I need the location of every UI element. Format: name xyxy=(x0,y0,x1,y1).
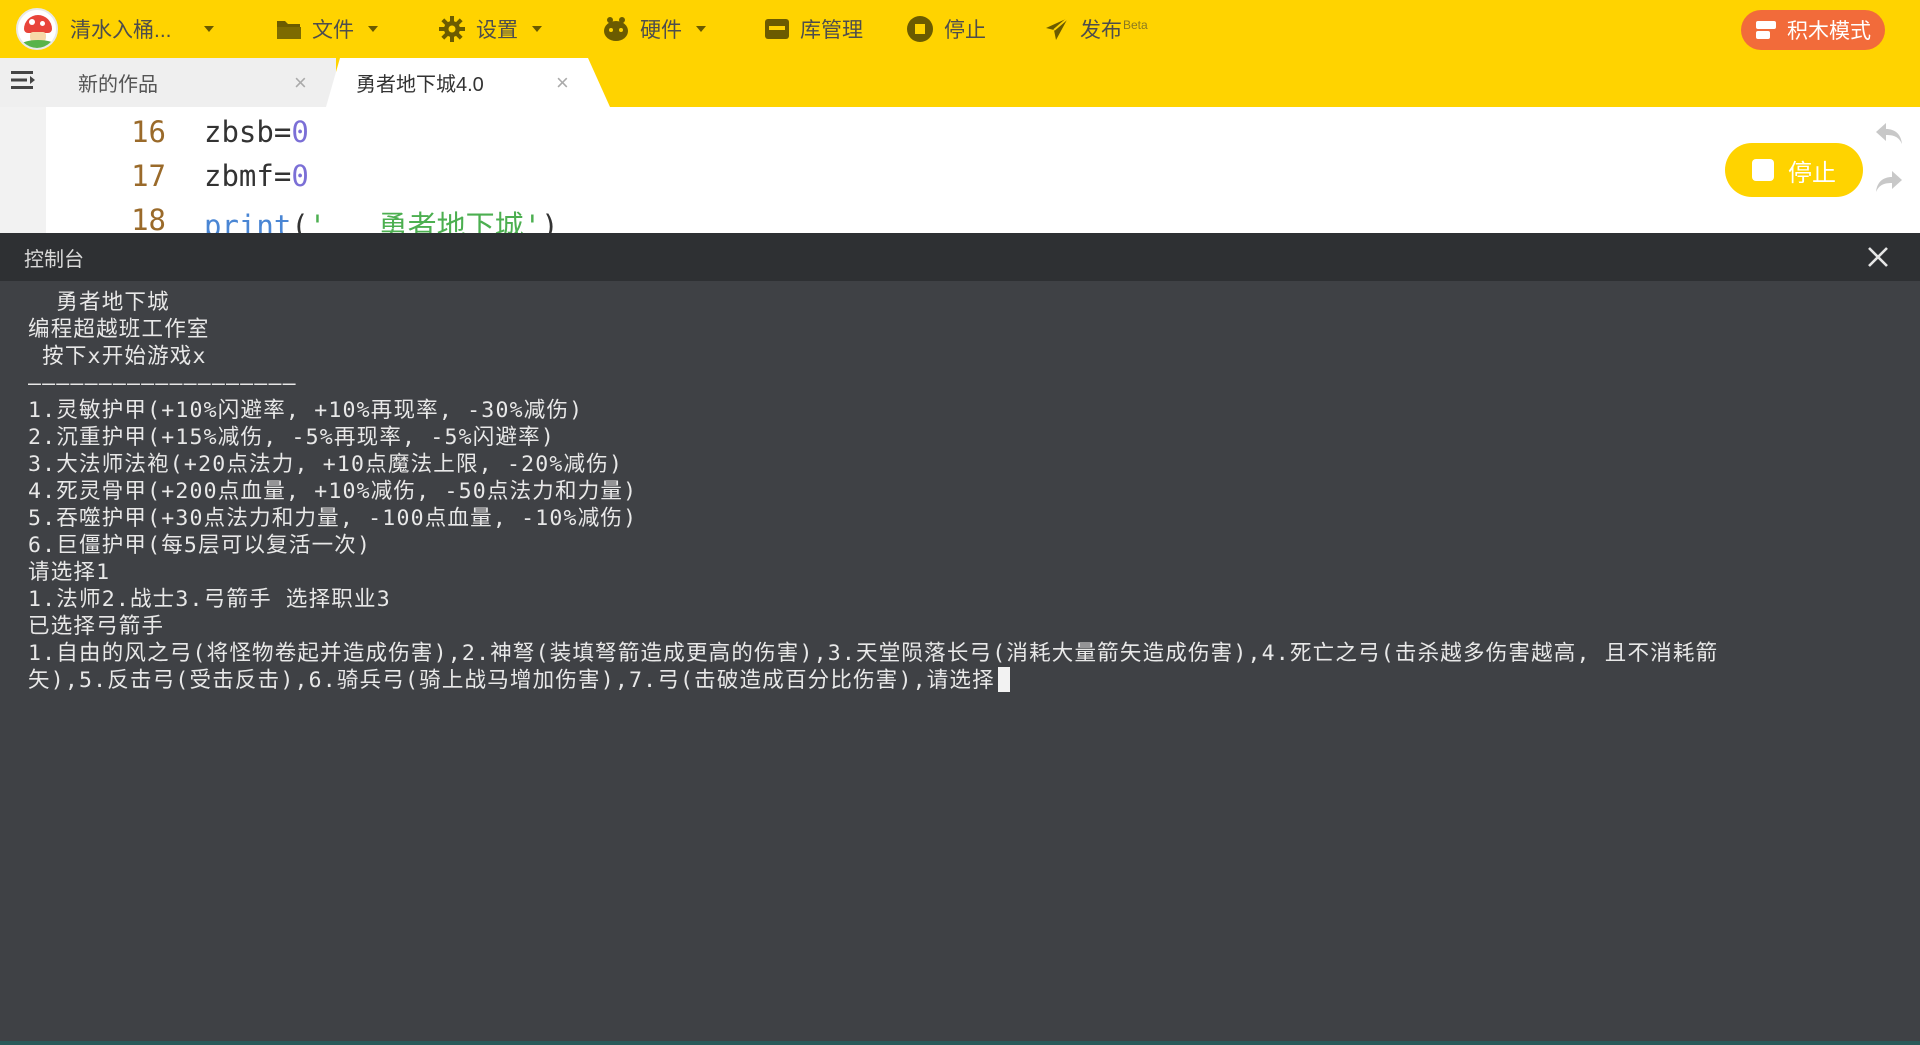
code-line: 18 print(' 勇者地下城') xyxy=(0,203,1000,233)
chevron-down-icon xyxy=(696,26,706,32)
top-menu-bar: 清水入桶... 文件 设置 硬件 库管理 停止 发布 Beta 积木模式 xyxy=(0,0,1920,58)
console-line: ——————————————————— xyxy=(28,371,297,396)
line-number: 18 xyxy=(131,203,166,233)
menu-hardware[interactable]: 硬件 xyxy=(602,0,706,58)
line-number: 16 xyxy=(131,115,166,149)
close-icon[interactable] xyxy=(1864,243,1892,271)
library-box-icon xyxy=(764,17,790,41)
console-header: 控制台 xyxy=(0,233,1920,281)
close-icon[interactable]: × xyxy=(556,70,569,96)
line-number: 17 xyxy=(131,159,166,193)
menu-stop[interactable]: 停止 xyxy=(906,0,986,58)
menu-publish[interactable]: 发布 Beta xyxy=(1044,0,1148,58)
blocks-icon xyxy=(1755,20,1777,40)
console-line: 2.沉重护甲(+15%减伤, -5%再现率, -5%闪避率) xyxy=(28,425,555,450)
menu-library[interactable]: 库管理 xyxy=(764,0,863,58)
hardware-robot-icon xyxy=(602,16,630,42)
chevron-down-icon xyxy=(368,26,378,32)
menu-settings[interactable]: 设置 xyxy=(438,0,542,58)
code-line: 17 zbmf=0 xyxy=(0,159,1000,203)
undo-icon[interactable] xyxy=(1874,121,1904,152)
code-editor[interactable]: 16 zbsb=0 17 zbmf=0 18 print(' 勇者地下城') 停… xyxy=(0,107,1920,233)
stop-circle-icon xyxy=(906,15,934,43)
console-line: 请选择1 xyxy=(28,560,111,585)
tab-new-work[interactable]: 新的作品 × xyxy=(46,58,336,107)
console-line: 已选择弓箭手 xyxy=(28,614,165,639)
status-strip xyxy=(0,1041,1920,1045)
folder-icon xyxy=(276,18,302,40)
console-input-line[interactable]: 矢),5.反击弓(受击反击),6.骑兵弓(骑上战马增加伤害),7.弓(击破造成百… xyxy=(28,667,1920,694)
console-line: 1.自由的风之弓(将怪物卷起并造成伤害),2.神弩(装填弩箭造成更高的伤害),3… xyxy=(28,641,1719,666)
chevron-down-icon xyxy=(532,26,542,32)
run-stop-button[interactable]: 停止 xyxy=(1725,143,1863,197)
text-cursor xyxy=(997,667,1010,692)
console-line: 按下x开始游戏x xyxy=(28,344,207,369)
username: 清水入桶... xyxy=(70,19,172,42)
chevron-down-icon xyxy=(203,26,214,32)
tab-bar: 新的作品 × 勇者地下城4.0 × xyxy=(0,58,1920,107)
gear-icon xyxy=(438,15,466,43)
console-line: 3.大法师法袍(+20点法力, +10点魔法上限, -20%减伤) xyxy=(28,452,624,477)
console-line: 勇者地下城 xyxy=(28,290,170,315)
console-output[interactable]: 勇者地下城 编程超越班工作室 按下x开始游戏x ————————————————… xyxy=(0,281,1920,1041)
console-line: 6.巨僵护甲(每5层可以复活一次) xyxy=(28,533,372,558)
code-line: 16 zbsb=0 xyxy=(0,115,1000,159)
console-line: 编程超越班工作室 xyxy=(28,317,210,342)
console-line: 4.死灵骨甲(+200点血量, +10%减伤, -50点法力和力量) xyxy=(28,479,638,504)
beta-badge: Beta xyxy=(1123,18,1148,32)
console-line: 1.法师2.战士3.弓箭手 选择职业3 xyxy=(28,587,391,612)
user-menu[interactable]: 清水入桶... xyxy=(16,8,214,50)
console-line: 1.灵敏护甲(+10%闪避率, +10%再现率, -30%减伤) xyxy=(28,398,584,423)
redo-icon[interactable] xyxy=(1874,169,1904,200)
block-mode-button[interactable]: 积木模式 xyxy=(1741,10,1885,50)
stop-icon xyxy=(1752,159,1774,181)
close-icon[interactable]: × xyxy=(294,70,307,96)
tab-dungeon[interactable]: 勇者地下城4.0 × xyxy=(326,58,610,107)
paper-plane-icon xyxy=(1044,16,1070,42)
sidebar-toggle-button[interactable] xyxy=(0,58,46,107)
menu-collapse-icon xyxy=(11,70,35,95)
avatar[interactable] xyxy=(16,8,58,50)
console-title: 控制台 xyxy=(24,248,84,271)
console-line: 5.吞噬护甲(+30点法力和力量, -100点血量, -10%减伤) xyxy=(28,506,638,531)
menu-file[interactable]: 文件 xyxy=(276,0,378,58)
